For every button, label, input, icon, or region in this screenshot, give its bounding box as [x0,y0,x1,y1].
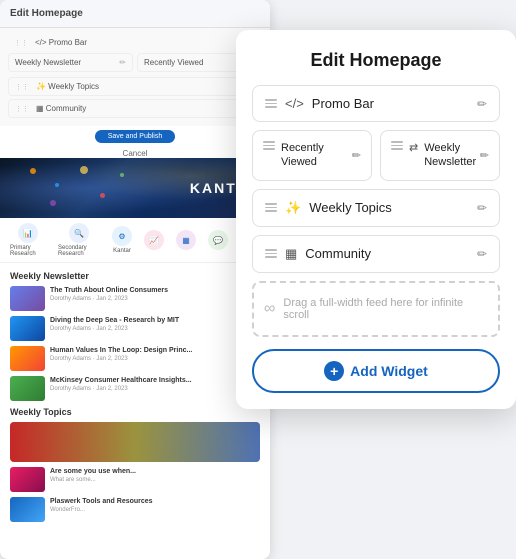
article-text-1: The Truth About Online Consumers Dorothy… [50,286,260,302]
weekly-topics-edit-icon[interactable]: ✏ [477,201,487,215]
bg-panel-header: Edit Homepage [0,0,270,28]
drag-feed-text: Drag a full-width feed here for infinite… [283,297,488,321]
nav-icon-msg: 💬 [208,230,228,250]
bg-content: Weekly Newsletter The Truth About Online… [0,263,270,535]
topics-text-1: Are some you use when... What are some..… [50,467,260,483]
drag-dots-2: ⋮⋮ [15,83,29,91]
weekly-newsletter-label: WeeklyNewsletter [424,141,476,170]
topics-thumb-1 [10,467,45,492]
widget-item-weekly-topics[interactable]: ✨ Weekly Topics ✏ [252,189,500,227]
nav-icon-secondary: 🔍 Secondary Research [58,223,100,257]
nav-icon-kantar: ⚙ Kantar [112,226,132,254]
modal-title: Edit Homepage [252,50,500,71]
drag-handle-recently[interactable] [263,141,275,150]
bg-nav-weekly: Weekly Newsletter ✏ [8,53,133,72]
widget-item-promo-bar[interactable]: </> Promo Bar ✏ [252,85,500,122]
bg-cancel-button[interactable]: Cancel [0,149,270,158]
article-thumb-3 [10,346,45,371]
newsletter-swap-icon: ⇄ [409,141,418,154]
article-thumb-4 [10,376,45,401]
bg-nav-community: ⋮⋮ ▦ Community ✏ [8,99,262,118]
drag-dots-3: ⋮⋮ [15,105,29,113]
widget-row-double: RecentlyViewed ✏ ⇄ WeeklyNewsletter ✏ [252,130,500,181]
article-thumb-2 [10,316,45,341]
bg-nav: ⋮⋮ </> Promo Bar ✏ Weekly Newsletter ✏ R… [0,28,270,126]
promo-bar-edit-icon[interactable]: ✏ [477,97,487,111]
bg-hero: KANTAR [0,158,270,218]
drag-handle-community[interactable] [265,249,277,258]
community-label: Community [305,246,371,261]
community-edit-icon[interactable]: ✏ [477,247,487,261]
weekly-topics-image [10,422,260,462]
drag-feed-zone[interactable]: ∞ Drag a full-width feed here for infini… [252,281,500,337]
weekly-newsletter-edit-icon[interactable]: ✏ [480,149,489,162]
bg-nav-topics: ⋮⋮ ✨ Weekly Topics ✏ [8,77,262,96]
infinity-icon: ∞ [264,300,275,318]
article-item-2: Diving the Deep Sea - Research by MIT Do… [10,316,260,341]
promo-bar-label: Promo Bar [312,96,374,111]
article-text-3: Human Values In The Loop: Design Princ..… [50,346,260,362]
bg-save-button[interactable]: Save and Publish [95,130,175,143]
widget-item-weekly-newsletter[interactable]: ⇄ WeeklyNewsletter ✏ [380,130,500,181]
widget-item-community[interactable]: ▦ Community ✏ [252,235,500,273]
recently-viewed-edit-icon[interactable]: ✏ [352,149,361,162]
widget-promo-left: </> Promo Bar [265,96,374,111]
recently-viewed-left: RecentlyViewed [263,141,324,170]
topics-thumb-2 [10,497,45,522]
drag-dots: ⋮⋮ [14,39,28,47]
bg-nav-promo: ⋮⋮ </> Promo Bar ✏ [8,34,262,51]
weekly-topics-icon: ✨ [285,200,301,216]
promo-bar-icon: </> [285,96,304,111]
article-text-4: McKinsey Consumer Healthcare Insights...… [50,376,260,392]
weekly-newsletter-left: ⇄ WeeklyNewsletter [391,141,476,170]
topics-text-2: Plaswerk Tools and Resources WonderFro..… [50,497,260,513]
topics-item-2: Plaswerk Tools and Resources WonderFro..… [10,497,260,522]
widget-topics-left: ✨ Weekly Topics [265,200,392,216]
add-widget-plus-icon: + [324,361,344,381]
nav-icon-bar: 📈 [144,230,164,250]
article-item-3: Human Values In The Loop: Design Princ..… [10,346,260,371]
bg-navbar: 📊 Primary Research 🔍 Secondary Research … [0,218,270,263]
nav-icon-grid: ▦ [176,230,196,250]
drag-handle-promo[interactable] [265,99,277,108]
article-item-1: The Truth About Online Consumers Dorothy… [10,286,260,311]
weekly-topics-label: Weekly Topics [309,200,392,215]
drag-handle-topics[interactable] [265,203,277,212]
add-widget-label: Add Widget [350,363,428,379]
weekly-newsletter-title: Weekly Newsletter [10,271,260,281]
topics-item-1: Are some you use when... What are some..… [10,467,260,492]
edit-homepage-modal: Edit Homepage </> Promo Bar ✏ RecentlyVi… [236,30,516,409]
nav-icon-primary: 📊 Primary Research [10,223,46,257]
community-icon: ▦ [285,246,297,262]
article-text-2: Diving the Deep Sea - Research by MIT Do… [50,316,260,332]
recently-viewed-label: RecentlyViewed [281,141,324,170]
drag-handle-newsletter[interactable] [391,141,403,150]
weekly-topics-section-title: Weekly Topics [10,407,260,417]
article-thumb-1 [10,286,45,311]
add-widget-button[interactable]: + Add Widget [252,349,500,393]
article-item-4: McKinsey Consumer Healthcare Insights...… [10,376,260,401]
widget-community-left: ▦ Community [265,246,371,262]
widget-item-recently-viewed[interactable]: RecentlyViewed ✏ [252,130,372,181]
background-panel: Edit Homepage ⋮⋮ </> Promo Bar ✏ Weekly … [0,0,270,559]
